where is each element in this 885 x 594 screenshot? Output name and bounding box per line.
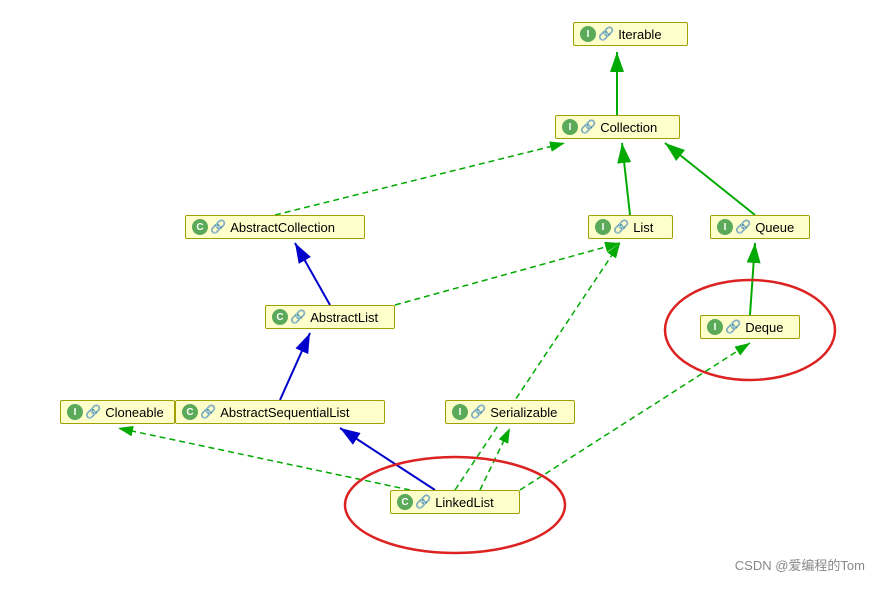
label-queue: Queue <box>755 220 794 235</box>
node-list: I 🔗 List <box>588 215 673 239</box>
link-icon-abstractcollection: 🔗 <box>210 219 226 235</box>
node-abstractcollection: C 🔗 AbstractCollection <box>185 215 365 239</box>
watermark: CSDN @爱编程的Tom <box>735 555 865 574</box>
node-abstractlist: C 🔗 AbstractList <box>265 305 395 329</box>
type-icon-linkedlist: C <box>397 494 413 510</box>
label-linkedlist: LinkedList <box>435 495 494 510</box>
label-iterable: Iterable <box>618 27 661 42</box>
type-icon-abstractlist: C <box>272 309 288 325</box>
link-icon-serializable: 🔗 <box>470 404 486 420</box>
label-deque: Deque <box>745 320 783 335</box>
type-icon-collection: I <box>562 119 578 135</box>
type-icon-deque: I <box>707 319 723 335</box>
node-abstractsequentiallist: C 🔗 AbstractSequentialList <box>175 400 385 424</box>
link-icon-list: 🔗 <box>613 219 629 235</box>
type-icon-abstractcollection: C <box>192 219 208 235</box>
label-list: List <box>633 220 653 235</box>
label-collection: Collection <box>600 120 657 135</box>
type-icon-queue: I <box>717 219 733 235</box>
type-icon-serializable: I <box>452 404 468 420</box>
node-collection: I 🔗 Collection <box>555 115 680 139</box>
label-serializable: Serializable <box>490 405 557 420</box>
diagram: I 🔗 Iterable I 🔗 Collection C 🔗 Abstract… <box>0 0 885 594</box>
type-icon-abstractsequentiallist: C <box>182 404 198 420</box>
node-queue: I 🔗 Queue <box>710 215 810 239</box>
type-icon-list: I <box>595 219 611 235</box>
link-icon-queue: 🔗 <box>735 219 751 235</box>
label-abstractlist: AbstractList <box>310 310 378 325</box>
link-icon-iterable: 🔗 <box>598 26 614 42</box>
node-cloneable: I 🔗 Cloneable <box>60 400 175 424</box>
link-icon-abstractsequentiallist: 🔗 <box>200 404 216 420</box>
label-abstractcollection: AbstractCollection <box>230 220 335 235</box>
link-icon-abstractlist: 🔗 <box>290 309 306 325</box>
type-icon-iterable: I <box>580 26 596 42</box>
type-icon-cloneable: I <box>67 404 83 420</box>
link-icon-deque: 🔗 <box>725 319 741 335</box>
node-iterable: I 🔗 Iterable <box>573 22 688 46</box>
label-abstractsequentiallist: AbstractSequentialList <box>220 405 349 420</box>
link-icon-cloneable: 🔗 <box>85 404 101 420</box>
link-icon-linkedlist: 🔗 <box>415 494 431 510</box>
node-deque: I 🔗 Deque <box>700 315 800 339</box>
node-serializable: I 🔗 Serializable <box>445 400 575 424</box>
label-cloneable: Cloneable <box>105 405 164 420</box>
node-linkedlist: C 🔗 LinkedList <box>390 490 520 514</box>
link-icon-collection: 🔗 <box>580 119 596 135</box>
